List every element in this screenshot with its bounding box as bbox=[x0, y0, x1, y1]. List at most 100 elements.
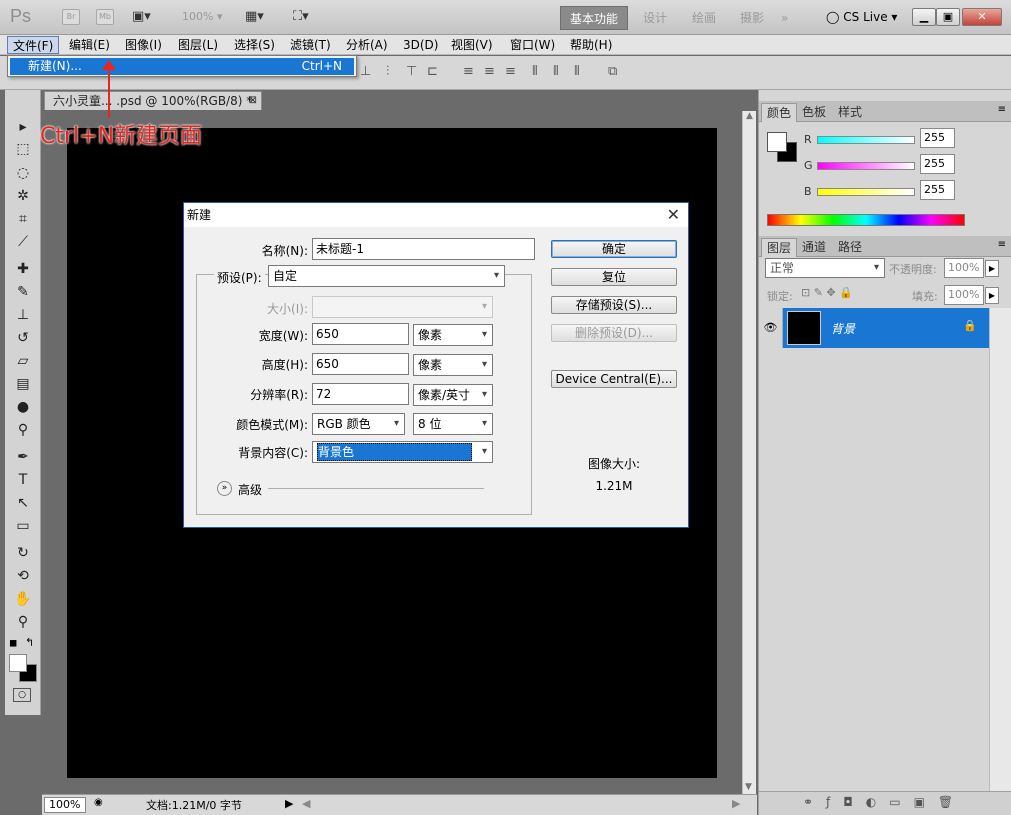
vertical-scrollbar[interactable]: ▲ ▼ bbox=[742, 111, 756, 794]
align-top-icon[interactable]: ⊥ bbox=[360, 64, 371, 79]
clone-stamp-tool-icon[interactable]: ⊥ bbox=[11, 304, 35, 326]
height-unit-select[interactable]: 像素 ▾ bbox=[413, 354, 493, 376]
layers-scrollbar[interactable] bbox=[989, 308, 1011, 791]
align-bottom-icon[interactable]: ⊤ bbox=[406, 64, 417, 79]
layer-visibility-eye-icon[interactable]: 👁 bbox=[759, 308, 783, 348]
menu-item-new[interactable]: 新建(N)... Ctrl+N bbox=[10, 58, 354, 75]
menu-select[interactable]: 选择(S) bbox=[229, 36, 280, 54]
mini-bridge-button[interactable]: Mb bbox=[96, 9, 114, 25]
opacity-arrow-icon[interactable]: ▶ bbox=[985, 260, 999, 277]
move-tool-icon[interactable]: ▸ bbox=[11, 116, 35, 138]
align-left-icon[interactable]: ⊏ bbox=[427, 64, 438, 79]
blend-mode-select[interactable]: 正常 ▾ bbox=[765, 258, 885, 278]
resolution-field[interactable]: 72 bbox=[312, 383, 409, 405]
channel-r-slider[interactable] bbox=[817, 136, 915, 144]
preset-select[interactable]: 自定 ▾ bbox=[268, 265, 505, 287]
menu-window[interactable]: 窗口(W) bbox=[505, 36, 560, 54]
screen-mode-button[interactable]: ⛶▾ bbox=[293, 9, 309, 24]
tab-channels[interactable]: 通道 bbox=[797, 238, 831, 257]
status-info-icon[interactable]: ◉ bbox=[94, 797, 103, 808]
opacity-field[interactable]: 100% bbox=[944, 258, 984, 278]
layers-footer-icons[interactable]: ⚭ƒ◘◐▭▣🗑 bbox=[759, 791, 1011, 815]
menu-filter[interactable]: 滤镜(T) bbox=[285, 36, 336, 54]
channel-b-value[interactable]: 255 bbox=[920, 180, 955, 200]
channel-b-slider[interactable] bbox=[817, 188, 915, 196]
layer-name[interactable]: 背景 bbox=[831, 320, 855, 337]
3d-orbit-tool-icon[interactable]: ⟲ bbox=[11, 565, 35, 587]
channel-g-slider[interactable] bbox=[817, 162, 915, 170]
quick-mask-icon[interactable]: ○ bbox=[13, 688, 31, 702]
color-mode-select[interactable]: RGB 颜色 ▾ bbox=[312, 413, 405, 435]
default-colors-icon[interactable]: ◼ bbox=[9, 638, 17, 649]
menu-help[interactable]: 帮助(H) bbox=[565, 36, 617, 54]
distribute-top-icon[interactable]: ≡ bbox=[463, 64, 474, 79]
distribute-left-icon[interactable]: ⦀ bbox=[532, 64, 538, 79]
eyedropper-tool-icon[interactable]: ⟋ bbox=[11, 231, 35, 253]
bridge-button[interactable]: Br bbox=[62, 9, 80, 25]
height-field[interactable]: 650 bbox=[312, 353, 409, 375]
layer-row-background[interactable]: 👁 背景 🔒 bbox=[759, 308, 989, 348]
scroll-up-icon[interactable]: ▲ bbox=[743, 111, 756, 121]
width-field[interactable]: 650 bbox=[312, 323, 409, 345]
tab-color[interactable]: 颜色 bbox=[761, 103, 798, 122]
scroll-down-icon[interactable]: ▼ bbox=[745, 782, 752, 792]
shape-tool-icon[interactable]: ▭ bbox=[11, 515, 35, 537]
gradient-tool-icon[interactable]: ▤ bbox=[11, 373, 35, 395]
maximize-button[interactable]: ▣ bbox=[936, 8, 960, 26]
workspace-design[interactable]: 设计 bbox=[634, 6, 676, 30]
tab-swatches[interactable]: 色板 bbox=[797, 103, 831, 122]
auto-align-icon[interactable]: ⧉ bbox=[608, 64, 617, 79]
foreground-color-swatch[interactable] bbox=[9, 654, 27, 672]
close-button[interactable]: ✕ bbox=[962, 8, 1002, 26]
distribute-right-icon[interactable]: ⦀ bbox=[574, 64, 580, 79]
zoom-field[interactable]: 100% bbox=[44, 797, 86, 813]
more-workspaces-button[interactable]: » bbox=[772, 6, 797, 30]
delete-preset-button[interactable]: 删除预设(D)... bbox=[551, 324, 677, 342]
menu-3d[interactable]: 3D(D) bbox=[398, 36, 443, 54]
pen-tool-icon[interactable]: ✒ bbox=[11, 446, 35, 468]
name-field[interactable]: 未标题-1 bbox=[312, 238, 535, 260]
swap-colors-icon[interactable]: ↰ bbox=[25, 636, 34, 649]
healing-brush-tool-icon[interactable]: ✚ bbox=[11, 258, 35, 280]
tab-styles[interactable]: 样式 bbox=[833, 103, 867, 122]
dodge-tool-icon[interactable]: ⚲ bbox=[11, 419, 35, 441]
quick-select-tool-icon[interactable]: ✲ bbox=[11, 185, 35, 207]
arrange-documents-button[interactable]: ▦▾ bbox=[245, 9, 264, 24]
save-preset-button[interactable]: 存储预设(S)... bbox=[551, 296, 677, 314]
menu-image[interactable]: 图像(I) bbox=[120, 36, 167, 54]
width-unit-select[interactable]: 像素 ▾ bbox=[413, 324, 493, 346]
menu-edit[interactable]: 编辑(E) bbox=[64, 36, 115, 54]
cs-live-button[interactable]: ◯ CS Live ▾ bbox=[826, 10, 897, 24]
zoom-level-dropdown[interactable]: 100% ▾ bbox=[182, 10, 222, 23]
menu-file[interactable]: 文件(F) bbox=[7, 36, 60, 54]
device-central-button[interactable]: Device Central(E)... bbox=[551, 370, 677, 388]
fill-field[interactable]: 100% bbox=[944, 285, 984, 305]
reset-button[interactable]: 复位 bbox=[551, 268, 677, 286]
background-contents-select[interactable]: 背景色 ▾ bbox=[312, 441, 493, 463]
zoom-tool-icon[interactable]: ⚲ bbox=[11, 611, 35, 633]
document-tab[interactable]: 六小灵童... .psd @ 100%(RGB/8) * ⊠ bbox=[44, 91, 262, 110]
distribute-vcenter-icon[interactable]: ≡ bbox=[484, 64, 495, 79]
color-spectrum-bar[interactable] bbox=[767, 214, 965, 226]
view-extras-button[interactable]: ▣▾ bbox=[132, 9, 151, 24]
scroll-left-icon[interactable]: ◀ bbox=[302, 797, 310, 810]
tab-layers[interactable]: 图层 bbox=[761, 238, 798, 257]
lasso-tool-icon[interactable]: ◌ bbox=[11, 162, 35, 184]
advanced-label[interactable]: 高级 bbox=[238, 481, 262, 498]
resolution-unit-select[interactable]: 像素/英寸 ▾ bbox=[413, 384, 493, 406]
advanced-toggle-icon[interactable]: » bbox=[217, 481, 232, 496]
blur-tool-icon[interactable]: ● bbox=[11, 396, 35, 418]
workspace-painting[interactable]: 绘画 bbox=[683, 6, 725, 30]
channel-g-value[interactable]: 255 bbox=[920, 154, 955, 174]
workspace-photography[interactable]: 摄影 bbox=[731, 6, 773, 30]
distribute-hcenter-icon[interactable]: ⦀ bbox=[553, 64, 559, 79]
workspace-essentials[interactable]: 基本功能 bbox=[560, 6, 629, 30]
distribute-bottom-icon[interactable]: ≡ bbox=[505, 64, 516, 79]
minimize-button[interactable]: ▁ bbox=[912, 8, 936, 26]
dialog-close-icon[interactable]: ✕ bbox=[667, 205, 680, 224]
type-tool-icon[interactable]: T bbox=[11, 469, 35, 491]
ok-button[interactable]: 确定 bbox=[551, 240, 677, 258]
history-brush-tool-icon[interactable]: ↺ bbox=[11, 327, 35, 349]
path-select-tool-icon[interactable]: ↖ bbox=[11, 492, 35, 514]
color-panel-foreground[interactable] bbox=[767, 132, 787, 152]
